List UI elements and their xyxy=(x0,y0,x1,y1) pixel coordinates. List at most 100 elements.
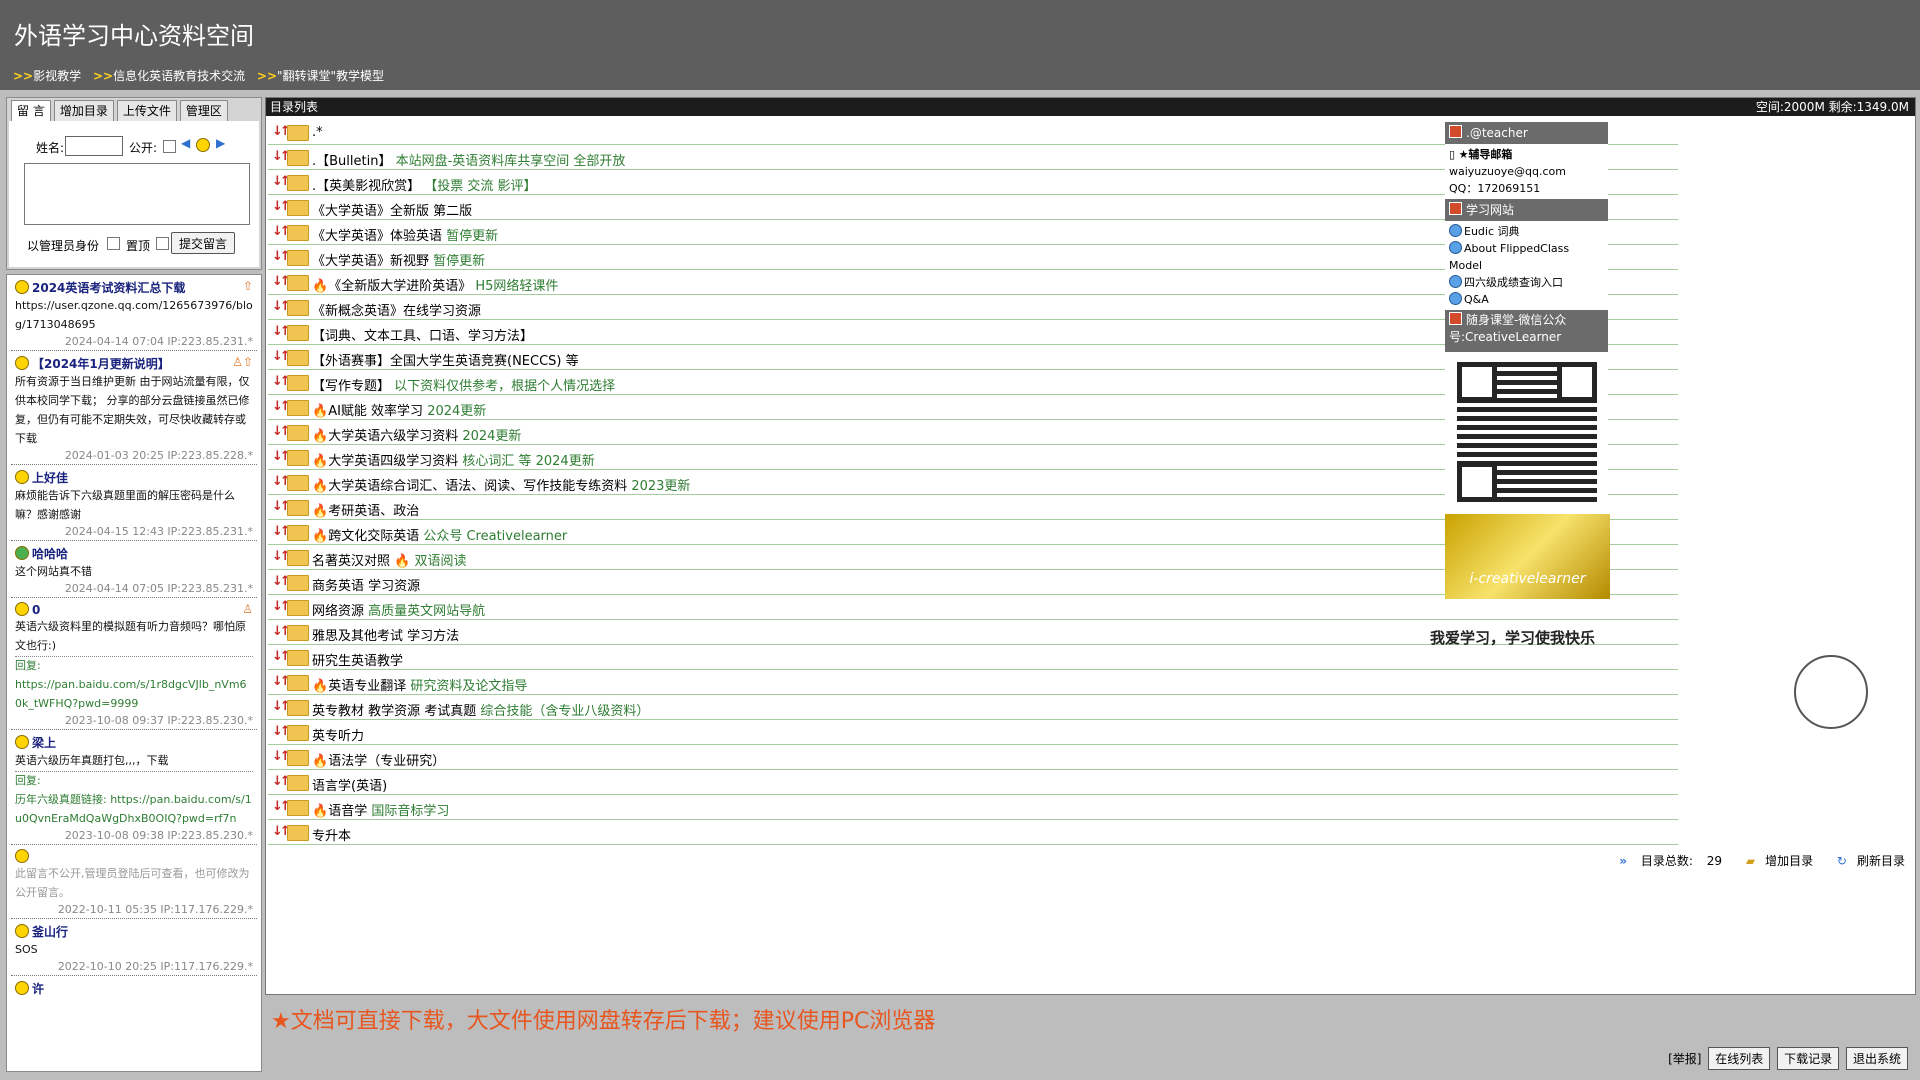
directory-name[interactable]: 🔥AI赋能 效率学习 2024更新 xyxy=(312,400,486,419)
directory-name[interactable]: 网络资源 高质量英文网站导航 xyxy=(312,600,485,619)
directory-name[interactable]: 商务英语 学习资源 xyxy=(312,575,420,594)
name-input[interactable] xyxy=(65,136,123,156)
sort-arrows-icon[interactable]: ↓↑ xyxy=(272,574,291,589)
directory-name[interactable]: 🔥跨文化交际英语 公众号 Creativelearner xyxy=(312,525,567,544)
creativelearner-banner[interactable]: i-creativelearner xyxy=(1445,514,1610,599)
directory-name[interactable]: 🔥英语专业翻译 研究资料及论文指导 xyxy=(312,675,527,694)
directory-row[interactable]: ↓↑ 专升本 xyxy=(268,820,1678,845)
sort-arrows-icon[interactable]: ↓↑ xyxy=(272,249,291,264)
sort-arrows-icon[interactable]: ↓↑ xyxy=(272,599,291,614)
next-emoji-icon[interactable]: ▶ xyxy=(216,136,225,150)
directory-name[interactable]: 英专教材 教学资源 考试真题 综合技能（含专业八级资料） xyxy=(312,700,649,719)
message-title[interactable]: 0 xyxy=(32,603,40,617)
directory-name[interactable]: 🔥大学英语综合词汇、语法、阅读、写作技能专练资料 2023更新 xyxy=(312,475,690,494)
message-title[interactable]: 上好佳 xyxy=(32,471,68,485)
top-link-tech[interactable]: >>信息化英语教育技术交流 xyxy=(93,69,245,83)
directory-row[interactable]: ↓↑ 🔥英语专业翻译 研究资料及论文指导 xyxy=(268,670,1678,695)
emoji-icon[interactable] xyxy=(196,138,210,152)
sort-arrows-icon[interactable]: ↓↑ xyxy=(272,824,291,839)
sort-arrows-icon[interactable]: ↓↑ xyxy=(272,699,291,714)
sort-arrows-icon[interactable]: ↓↑ xyxy=(272,449,291,464)
sort-arrows-icon[interactable]: ↓↑ xyxy=(272,524,291,539)
message-title[interactable]: 哈哈哈 xyxy=(32,547,68,561)
directory-row[interactable]: ↓↑ 研究生英语教学 xyxy=(268,645,1678,670)
directory-name[interactable]: 《大学英语》全新版 第二版 xyxy=(312,200,472,219)
tab-add-directory[interactable]: 增加目录 xyxy=(53,100,114,122)
tab-upload[interactable]: 上传文件 xyxy=(116,100,177,122)
directory-name[interactable]: 🔥考研英语、政治 xyxy=(312,500,419,519)
download-log-button[interactable]: 下载记录 xyxy=(1777,1047,1840,1070)
sort-arrows-icon[interactable]: ↓↑ xyxy=(272,799,291,814)
sort-arrows-icon[interactable]: ↓↑ xyxy=(272,124,291,139)
message-textarea[interactable] xyxy=(24,163,250,225)
directory-row[interactable]: ↓↑ 🔥语音学 国际音标学习 xyxy=(268,795,1678,820)
directory-name[interactable]: 《大学英语》新视野 暂停更新 xyxy=(312,250,485,269)
site-link-flipped[interactable]: About FlippedClass Model xyxy=(1449,240,1604,274)
directory-name[interactable]: 专升本 xyxy=(312,825,351,844)
directory-name[interactable]: 🔥语音学 国际音标学习 xyxy=(312,800,449,819)
directory-row[interactable]: ↓↑ 英专教材 教学资源 考试真题 综合技能（含专业八级资料） xyxy=(268,695,1678,720)
submit-message-button[interactable]: 提交留言 xyxy=(171,232,236,254)
directory-name[interactable]: 研究生英语教学 xyxy=(312,650,403,669)
admin-checkbox[interactable] xyxy=(107,237,120,250)
email-text[interactable]: waiyuzuoye@qq.com xyxy=(1449,163,1604,180)
directory-name[interactable]: .【Bulletin】 本站网盘-英语资料库共享空间 全部开放 xyxy=(312,150,625,169)
online-list-button[interactable]: 在线列表 xyxy=(1708,1047,1771,1070)
directory-name[interactable]: 🔥《全新版大学进阶英语》 H5网络轻课件 xyxy=(312,275,558,294)
reply-body[interactable]: 历年六级真题链接: https://pan.baidu.com/s/1u0Qvn… xyxy=(15,790,253,828)
sort-arrows-icon[interactable]: ↓↑ xyxy=(272,299,291,314)
directory-name[interactable]: 🔥大学英语六级学习资料 2024更新 xyxy=(312,425,521,444)
site-link-eudic[interactable]: Eudic 词典 xyxy=(1449,223,1604,240)
sort-arrows-icon[interactable]: ↓↑ xyxy=(272,674,291,689)
directory-name[interactable]: 🔥语法学（专业研究） xyxy=(312,750,445,769)
tab-message[interactable]: 留 言 xyxy=(11,100,51,122)
reply-body[interactable]: https://pan.baidu.com/s/1r8dgcVJlb_nVm60… xyxy=(15,675,253,713)
add-directory-link[interactable]: ▰ 增加目录 xyxy=(1736,854,1813,868)
directory-name[interactable]: .* xyxy=(312,125,323,140)
message-title[interactable]: 【2024年1月更新说明】 xyxy=(32,357,170,371)
sort-arrows-icon[interactable]: ↓↑ xyxy=(272,324,291,339)
sort-arrows-icon[interactable]: ↓↑ xyxy=(272,774,291,789)
directory-name[interactable]: 雅思及其他考试 学习方法 xyxy=(312,625,459,644)
sort-arrows-icon[interactable]: ↓↑ xyxy=(272,374,291,389)
prev-emoji-icon[interactable]: ◀ xyxy=(181,136,190,150)
directory-name[interactable]: 语言学(英语) xyxy=(312,775,387,794)
top-link-flipped[interactable]: >>"翻转课堂"教学模型 xyxy=(257,69,384,83)
logout-button[interactable]: 退出系统 xyxy=(1845,1047,1908,1070)
directory-name[interactable]: 🔥大学英语四级学习资料 核心词汇 等 2024更新 xyxy=(312,450,595,469)
message-title[interactable]: 梁上 xyxy=(32,736,56,750)
sort-arrows-icon[interactable]: ↓↑ xyxy=(272,399,291,414)
site-link-qa[interactable]: Q&A xyxy=(1449,291,1604,308)
sort-arrows-icon[interactable]: ↓↑ xyxy=(272,474,291,489)
site-link-cet[interactable]: 四六级成绩查询入口 xyxy=(1449,274,1604,291)
directory-row[interactable]: ↓↑ 🔥语法学（专业研究） xyxy=(268,745,1678,770)
directory-name[interactable]: 英专听力 xyxy=(312,725,364,744)
message-title[interactable]: 许 xyxy=(32,982,44,996)
directory-name[interactable]: 【外语赛事】全国大学生英语竞赛(NECCS) 等 xyxy=(312,350,579,369)
sort-arrows-icon[interactable]: ↓↑ xyxy=(272,224,291,239)
directory-name[interactable]: 名著英汉对照 🔥 双语阅读 xyxy=(312,550,467,569)
sort-arrows-icon[interactable]: ↓↑ xyxy=(272,749,291,764)
sort-arrows-icon[interactable]: ↓↑ xyxy=(272,174,291,189)
directory-name[interactable]: .【英美影视欣赏】 【投票 交流 影评】 xyxy=(312,175,537,194)
sort-arrows-icon[interactable]: ↓↑ xyxy=(272,624,291,639)
refresh-directory-link[interactable]: ↻ 刷新目录 xyxy=(1827,854,1905,868)
message-title[interactable]: 釜山行 xyxy=(32,925,68,939)
report-link[interactable]: [举报] xyxy=(1668,1052,1701,1066)
sort-arrows-icon[interactable]: ↓↑ xyxy=(272,499,291,514)
top-link-film[interactable]: >>影视教学 xyxy=(13,69,81,83)
directory-row[interactable]: ↓↑ 语言学(英语) xyxy=(268,770,1678,795)
public-checkbox[interactable] xyxy=(163,140,176,153)
pin-checkbox[interactable] xyxy=(156,237,169,250)
sort-arrows-icon[interactable]: ↓↑ xyxy=(272,199,291,214)
sort-arrows-icon[interactable]: ↓↑ xyxy=(272,724,291,739)
tab-admin[interactable]: 管理区 xyxy=(179,100,228,122)
sort-arrows-icon[interactable]: ↓↑ xyxy=(272,349,291,364)
sort-arrows-icon[interactable]: ↓↑ xyxy=(272,424,291,439)
sort-arrows-icon[interactable]: ↓↑ xyxy=(272,649,291,664)
message-title[interactable]: 2024英语考试资料汇总下载 xyxy=(32,281,185,295)
directory-name[interactable]: 《大学英语》体验英语 暂停更新 xyxy=(312,225,498,244)
directory-name[interactable]: 《新概念英语》在线学习资源 xyxy=(312,300,481,319)
sort-arrows-icon[interactable]: ↓↑ xyxy=(272,149,291,164)
directory-name[interactable]: 【写作专题】 以下资料仅供参考，根据个人情况选择 xyxy=(312,375,615,394)
